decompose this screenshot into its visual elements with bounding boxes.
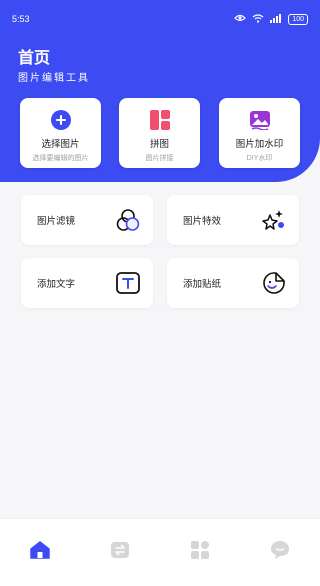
effects-card[interactable]: 图片特效 xyxy=(167,195,299,245)
tab-messages[interactable] xyxy=(240,539,320,567)
watermark-card[interactable]: 图片加水印 DIY水印 xyxy=(219,98,300,168)
collage-card[interactable]: 拼图 图片拼接 xyxy=(119,98,200,168)
page-subtitle: 图片编辑工具 xyxy=(18,73,90,84)
eye-icon xyxy=(234,14,247,24)
sticker-icon xyxy=(263,272,285,294)
image-watermark-icon xyxy=(249,111,270,130)
status-time: 5:53 xyxy=(12,14,30,24)
page-title: 首页 xyxy=(18,50,51,67)
add-text-label: 添加文字 xyxy=(37,279,76,290)
add-text-card[interactable]: 添加文字 xyxy=(21,258,153,308)
select-image-label: 选择图片 xyxy=(41,139,80,150)
chat-bubble-icon xyxy=(271,540,289,559)
sparkle-effects-icon xyxy=(262,210,284,230)
effects-label: 图片特效 xyxy=(183,216,222,227)
select-image-card[interactable]: 选择图片 选择要编辑的图片 xyxy=(20,98,101,168)
status-bar: 5:53 100 xyxy=(12,12,308,26)
collage-label: 拼图 xyxy=(149,139,169,150)
collage-grid-icon xyxy=(149,110,170,130)
wifi-icon xyxy=(252,13,264,25)
bottom-tab-bar xyxy=(0,518,320,586)
tab-apps[interactable] xyxy=(160,539,240,567)
signal-icon xyxy=(270,13,282,25)
tab-convert[interactable] xyxy=(80,539,160,567)
watermark-label: 图片加水印 xyxy=(235,139,284,150)
watermark-sublabel: DIY水印 xyxy=(246,155,273,162)
battery-indicator: 100 xyxy=(288,13,308,25)
swap-icon xyxy=(111,541,129,558)
apps-grid-icon xyxy=(191,540,209,559)
plus-circle-icon xyxy=(50,110,71,130)
filter-label: 图片滤镜 xyxy=(37,216,76,227)
home-icon xyxy=(30,540,50,559)
tab-home[interactable] xyxy=(0,539,80,567)
add-sticker-label: 添加贴纸 xyxy=(183,279,222,290)
add-sticker-card[interactable]: 添加贴纸 xyxy=(167,258,299,308)
select-image-sublabel: 选择要编辑的图片 xyxy=(32,155,89,162)
text-box-icon xyxy=(116,272,140,294)
collage-sublabel: 图片拼接 xyxy=(145,155,174,162)
filter-card[interactable]: 图片滤镜 xyxy=(21,195,153,245)
filter-circles-icon xyxy=(116,209,140,231)
